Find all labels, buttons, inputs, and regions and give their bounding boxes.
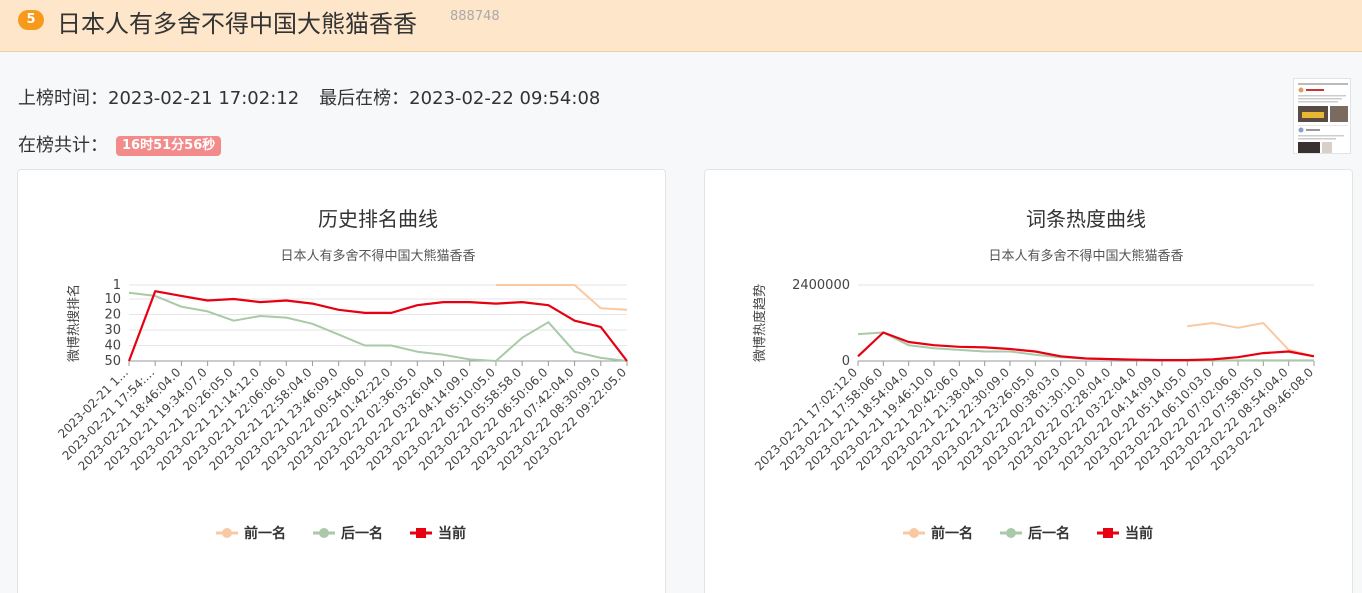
y-tick-label: 40 [104,338,121,353]
heat-chart-panel: 词条热度曲线 日本人有多舍不得中国大熊猫香香 0 2400000 微博热度趋势 2023-… [704,169,1353,593]
last-time-label: 最后在榜： [319,88,410,109]
on-time-value: 2023-02-21 17:02:12 [108,88,300,109]
legend-label-next: 后一名 [1028,525,1070,542]
legend-marker-current [1103,528,1113,538]
chart-subtitle: 日本人有多舍不得中国大熊猫香香 [280,248,475,264]
rank-badge: 5 [18,10,44,30]
y-tick-label: 2400000 [792,278,850,293]
time-info: 上榜时间：2023-02-21 17:02:12 最后在榜：2023-02-22 … [18,84,600,110]
legend-marker-prev [909,528,919,538]
y-axis-label: 微博热度趋势 [752,284,768,362]
rank-history-chart: 历史排名曲线日本人有多舍不得中国大熊猫香香11020304050微博热搜排名20… [55,207,629,542]
y-tick-label: 10 [104,292,121,307]
legend-marker-current [416,528,426,538]
topic-header: 5 日本人有多舍不得中国大熊猫香香 888748 [0,0,1362,52]
chart-title: 词条热度曲线 [1026,207,1146,231]
legend-marker-next [319,528,329,538]
legend-label-prev: 前一名 [244,525,286,542]
rank-chart-panel: 历史排名曲线 日本人有多舍不得中国大熊猫香香 1 10 20 30 40 50 微博热搜排名 20… [17,169,666,593]
last-time-value: 2023-02-22 09:54:08 [409,88,601,109]
y-axis-label: 微博热搜排名 [66,284,82,362]
heat-trend-chart: 词条热度曲线日本人有多舍不得中国大熊猫香香02400000微博热度趋势2023-… [752,207,1316,542]
legend-marker-prev [222,528,232,538]
on-time-label: 上榜时间： [18,88,108,109]
y-tick-label: 30 [104,323,121,338]
duration-label: 在榜共计： [18,135,108,156]
legend-label-current: 当前 [438,525,466,542]
legend-label-current: 当前 [1125,525,1153,542]
series-line-next [128,291,628,362]
topic-title[interactable]: 日本人有多舍不得中国大熊猫香香 [57,4,417,39]
chart-subtitle: 日本人有多舍不得中国大熊猫香香 [988,248,1183,264]
duration-badge: 16时51分56秒 [116,136,222,156]
legend-label-prev: 前一名 [931,525,973,542]
legend-marker-next [1006,528,1016,538]
series-line-prev [495,284,628,311]
post-thumbnail[interactable] [1293,78,1351,154]
y-tick-label: 20 [104,307,121,322]
y-tick-label: 1 [113,278,121,293]
series-line-current [857,331,1315,362]
duration-info: 在榜共计： 16时51分56秒 [18,131,222,157]
chart-title: 历史排名曲线 [318,207,438,231]
legend-label-next: 后一名 [341,525,383,542]
series-line-prev [1187,322,1315,358]
topic-count: 888748 [450,9,500,24]
